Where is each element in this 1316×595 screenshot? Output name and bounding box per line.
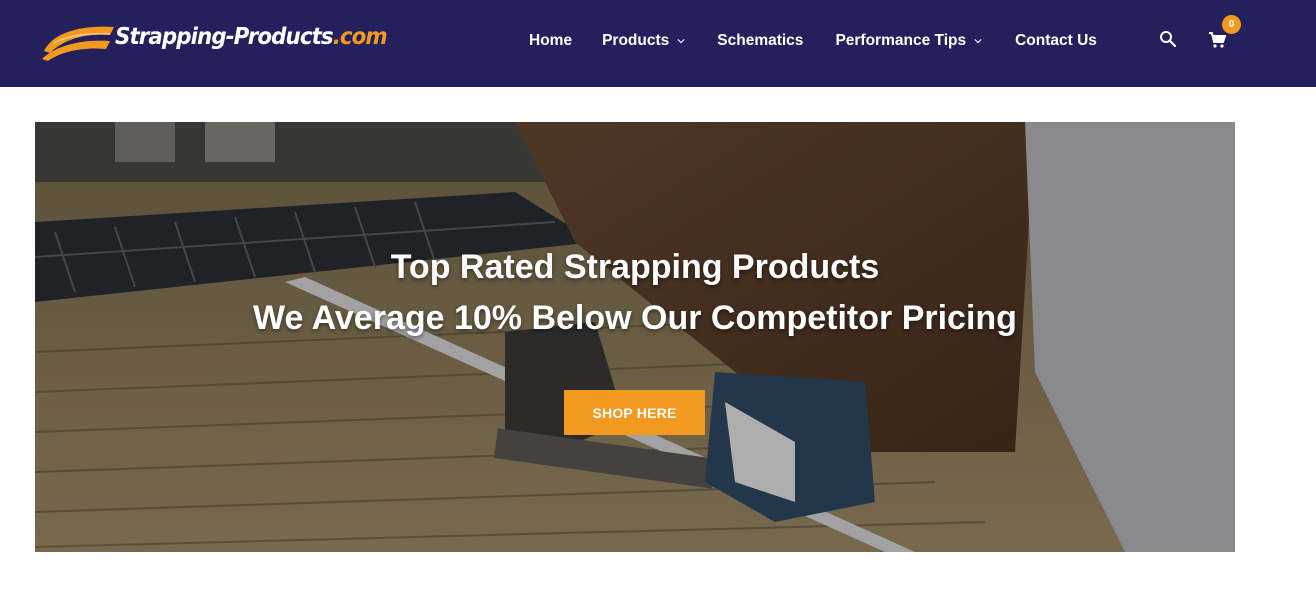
logo-domain-text: .com bbox=[332, 24, 388, 50]
nav-item-label: Performance Tips bbox=[835, 32, 967, 49]
search-button[interactable] bbox=[1159, 30, 1177, 48]
chevron-down-icon bbox=[677, 39, 685, 44]
logo-wordmark: Strapping-Products.com bbox=[115, 24, 388, 50]
nav-item-home[interactable]: Home bbox=[529, 32, 572, 50]
hero-banner: Top Rated Strapping Products We Average … bbox=[35, 122, 1235, 552]
nav-item-label: Contact Us bbox=[1015, 32, 1097, 49]
search-icon bbox=[1160, 31, 1177, 48]
nav-item-label: Schematics bbox=[717, 32, 804, 49]
site-header: Strapping-Products.com Home Products Sch… bbox=[0, 0, 1316, 87]
nav-item-schematics[interactable]: Schematics bbox=[717, 32, 803, 50]
cart-button[interactable] bbox=[1208, 31, 1226, 49]
nav-item-performance-tips[interactable]: Performance Tips bbox=[835, 32, 982, 50]
main-nav: Home Products Schematics Performance Tip… bbox=[529, 29, 1097, 53]
logo-swoosh-icon bbox=[42, 26, 114, 61]
hero-heading-line-1: Top Rated Strapping Products bbox=[390, 248, 880, 286]
cart-count-badge: 0 bbox=[1222, 15, 1241, 34]
nav-item-contact-us[interactable]: Contact Us bbox=[1015, 32, 1097, 50]
logo-main-text: Strapping-Products bbox=[115, 24, 334, 50]
site-logo[interactable]: Strapping-Products.com bbox=[40, 18, 388, 61]
nav-item-label: Products bbox=[602, 32, 670, 49]
cart-icon bbox=[1209, 32, 1226, 48]
hero-heading-line-2: We Average 10% Below Our Competitor Pric… bbox=[253, 299, 1017, 337]
chevron-down-icon bbox=[974, 39, 982, 44]
shop-here-button[interactable]: SHOP HERE bbox=[564, 390, 705, 435]
nav-item-label: Home bbox=[529, 32, 573, 49]
nav-item-products[interactable]: Products bbox=[602, 32, 685, 50]
